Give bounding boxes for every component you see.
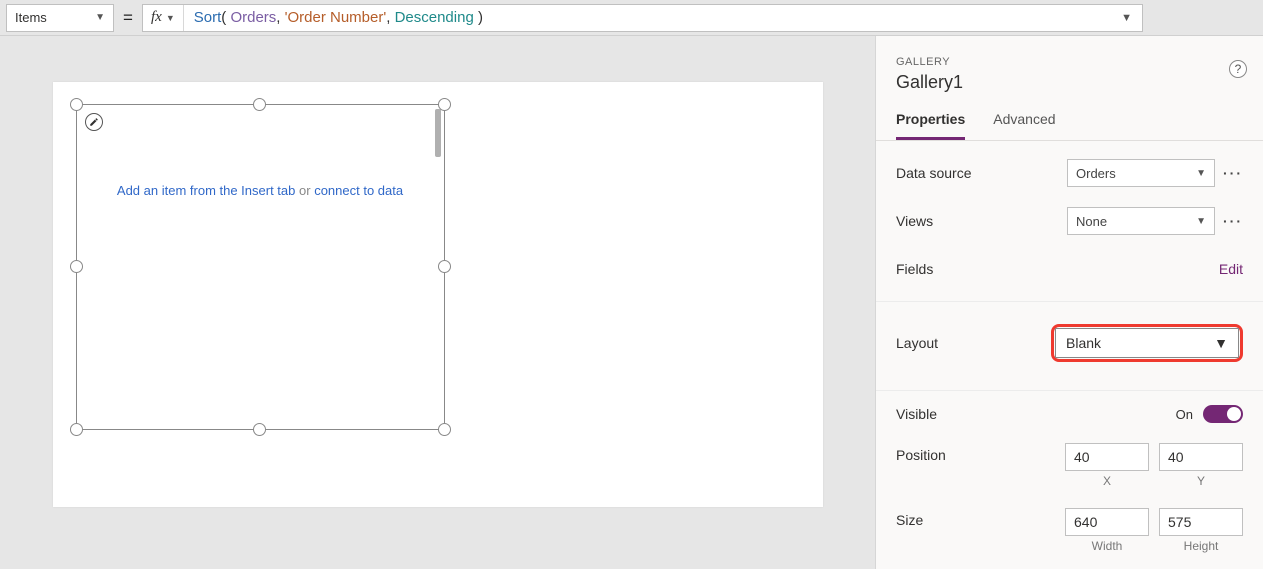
- chevron-down-icon: ▼: [1214, 335, 1228, 351]
- control-name[interactable]: Gallery1: [896, 72, 1243, 93]
- visible-label: Visible: [896, 406, 937, 422]
- chevron-down-icon: ▼: [1196, 168, 1206, 179]
- position-x-caption: X: [1065, 474, 1149, 488]
- panel-tabs: Properties Advanced: [876, 93, 1263, 141]
- chevron-down-icon: ▼: [166, 13, 175, 23]
- edit-template-icon[interactable]: [85, 113, 103, 131]
- chevron-down-icon: ▼: [95, 12, 105, 23]
- data-source-dropdown[interactable]: Orders ▼: [1067, 159, 1215, 187]
- help-icon[interactable]: ?: [1229, 60, 1247, 78]
- main-area: Add an item from the Insert tab or conne…: [0, 36, 1263, 569]
- canvas-area: Add an item from the Insert tab or conne…: [0, 36, 875, 569]
- resize-handle[interactable]: [70, 98, 83, 111]
- property-dropdown[interactable]: Items ▼: [6, 4, 114, 32]
- resize-handle[interactable]: [438, 260, 451, 273]
- fields-edit-link[interactable]: Edit: [1219, 261, 1243, 277]
- layout-dropdown[interactable]: Blank ▼: [1055, 328, 1239, 358]
- hint-mid-text: or: [295, 183, 314, 198]
- formula-bar-row: Items ▼ = fx ▼ Sort( Orders, 'Order Numb…: [0, 0, 1263, 36]
- hint-connect-link[interactable]: connect to data: [314, 183, 403, 198]
- size-height-caption: Height: [1159, 539, 1243, 553]
- views-value: None: [1076, 214, 1107, 229]
- tab-properties[interactable]: Properties: [896, 111, 965, 140]
- chevron-down-icon: ▼: [1196, 216, 1206, 227]
- resize-handle[interactable]: [70, 423, 83, 436]
- fx-button[interactable]: fx ▼: [143, 5, 184, 31]
- position-y-input[interactable]: [1159, 443, 1243, 471]
- layout-label: Layout: [896, 335, 938, 351]
- size-height-input[interactable]: [1159, 508, 1243, 536]
- property-dropdown-label: Items: [15, 10, 47, 25]
- position-y-caption: Y: [1159, 474, 1243, 488]
- hint-insert-link[interactable]: Add an item from the Insert tab: [117, 183, 295, 198]
- visible-state: On: [1176, 407, 1193, 422]
- position-x-input[interactable]: [1065, 443, 1149, 471]
- row-position: Position X Y: [876, 433, 1263, 498]
- views-label: Views: [896, 213, 933, 229]
- resize-handle[interactable]: [253, 423, 266, 436]
- resize-handle[interactable]: [438, 423, 451, 436]
- canvas-screen[interactable]: Add an item from the Insert tab or conne…: [53, 82, 823, 507]
- layout-value: Blank: [1066, 335, 1101, 351]
- resize-handle[interactable]: [438, 98, 451, 111]
- size-label: Size: [896, 508, 923, 528]
- formula-input[interactable]: fx ▼ Sort( Orders, 'Order Number', Desce…: [142, 4, 1143, 32]
- panel-header: GALLERY Gallery1 ?: [876, 36, 1263, 93]
- tab-advanced[interactable]: Advanced: [993, 111, 1055, 140]
- size-width-caption: Width: [1065, 539, 1149, 553]
- formula-text: Sort( Orders, 'Order Number', Descending…: [184, 9, 493, 26]
- gallery-scrollbar[interactable]: [435, 109, 441, 157]
- equals-sign: =: [114, 8, 142, 28]
- resize-handle[interactable]: [70, 260, 83, 273]
- expand-formula-chevron-icon[interactable]: ▼: [1111, 12, 1142, 24]
- gallery-selection[interactable]: Add an item from the Insert tab or conne…: [76, 104, 445, 430]
- row-fields: Fields Edit: [876, 245, 1263, 295]
- fields-label: Fields: [896, 261, 933, 277]
- row-layout: Layout Blank ▼: [876, 301, 1263, 384]
- position-label: Position: [896, 443, 946, 463]
- data-source-more-icon[interactable]: ···: [1215, 165, 1243, 181]
- visible-toggle[interactable]: [1203, 405, 1243, 423]
- layout-highlight: Blank ▼: [1051, 324, 1243, 362]
- properties-panel: GALLERY Gallery1 ? Properties Advanced D…: [875, 36, 1263, 569]
- fx-label: fx: [151, 9, 162, 26]
- row-visible: Visible On: [876, 390, 1263, 433]
- resize-handle[interactable]: [253, 98, 266, 111]
- data-source-value: Orders: [1076, 166, 1116, 181]
- views-more-icon[interactable]: ···: [1215, 213, 1243, 229]
- panel-body: Data source Orders ▼ ··· Views None ▼: [876, 141, 1263, 563]
- size-width-input[interactable]: [1065, 508, 1149, 536]
- views-dropdown[interactable]: None ▼: [1067, 207, 1215, 235]
- row-views: Views None ▼ ···: [876, 197, 1263, 245]
- data-source-label: Data source: [896, 165, 971, 181]
- row-size: Size Width Height: [876, 498, 1263, 563]
- gallery-hint: Add an item from the Insert tab or conne…: [77, 183, 444, 198]
- row-data-source: Data source Orders ▼ ···: [876, 141, 1263, 197]
- control-type-label: GALLERY: [896, 56, 1243, 68]
